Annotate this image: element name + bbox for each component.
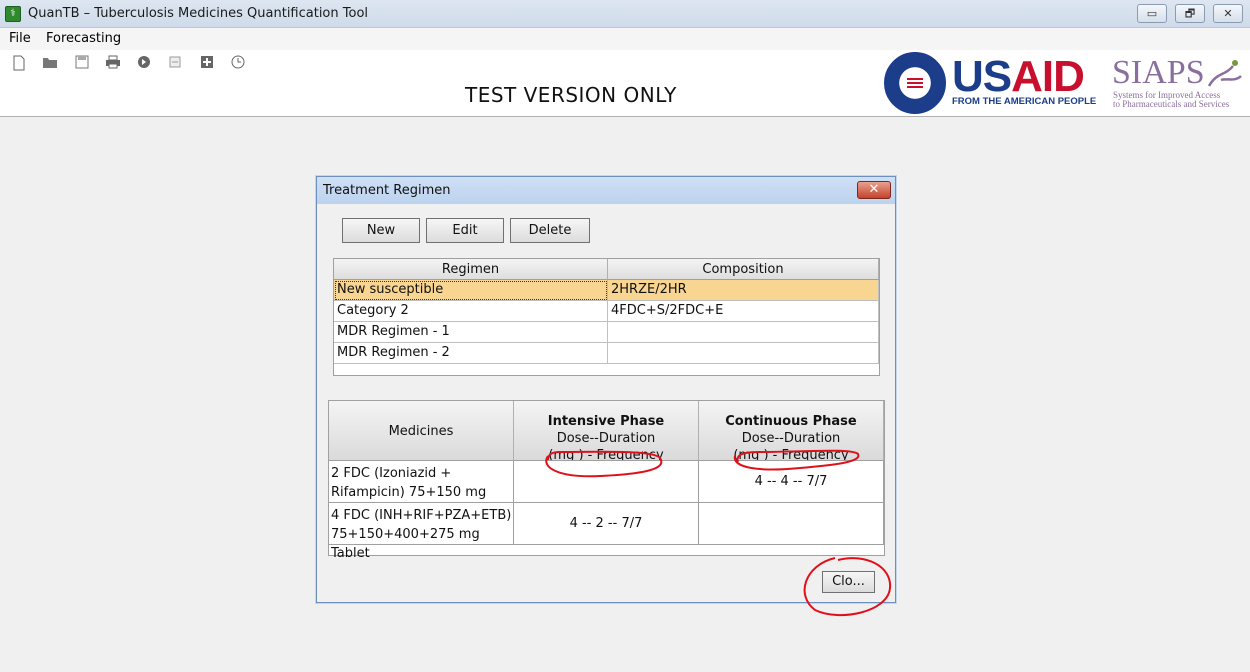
intensive-phase-column-header[interactable]: Intensive Phase Dose--Duration (mg ) - F… [514,401,699,461]
table-row-composition[interactable]: 2HRZE/2HR [608,280,879,301]
open-folder-icon[interactable] [42,55,58,71]
minimize-button[interactable]: ▭ [1137,4,1167,23]
table-row-regimen[interactable]: MDR Regimen - 2 [334,343,608,364]
table-row-regimen[interactable]: MDR Regimen - 1 [334,322,608,343]
continuous-phase-column-header[interactable]: Continuous Phase Dose--Duration (mg ) - … [699,401,884,461]
table-row-composition[interactable] [608,322,879,343]
dialog-title: Treatment Regimen [323,183,451,198]
table-row-regimen[interactable]: Category 2 [334,301,608,322]
siaps-tagline-line2: to Pharmaceuticals and Services [1113,99,1230,109]
table-row-continuous[interactable] [699,503,884,545]
clock-icon[interactable] [230,55,246,71]
new-file-icon[interactable] [11,55,27,71]
table-row-medicine[interactable]: 4 FDC (INH+RIF+PZA+ETB) 75+150+400+275 m… [329,503,514,561]
medicine-table: Medicines Intensive Phase Dose--Duration… [328,400,885,561]
table-row-medicine[interactable]: 2 FDC (Izoniazid + Rifampicin) 75+150 mg [329,461,514,503]
dialog-title-bar: Treatment Regimen ✕ [317,177,895,204]
medicines-column-header[interactable]: Medicines [329,401,514,461]
delete-button[interactable]: Delete [510,218,590,243]
table-row-intensive[interactable] [514,461,699,503]
usaid-logo: USAID [952,52,1085,101]
window-title: QuanTB – Tuberculosis Medicines Quantifi… [28,6,369,21]
table-row-continuous[interactable]: 4 -- 4 -- 7/7 [699,461,884,503]
siaps-figure-icon [1207,60,1242,87]
window-close-button[interactable]: ✕ [1213,4,1243,23]
usaid-seal-logo [884,52,946,114]
app-lungs-icon: ⚕ [5,6,21,22]
dialog-close-icon[interactable]: ✕ [857,181,891,199]
app-window: ⚕ QuanTB – Tuberculosis Medicines Quanti… [0,0,1250,672]
usaid-tagline: FROM THE AMERICAN PEOPLE [952,96,1097,107]
siaps-logo: SIAPS [1112,54,1205,91]
test-version-label: TEST VERSION ONLY [465,83,677,107]
edit-button[interactable]: Edit [426,218,504,243]
title-bar: ⚕ QuanTB – Tuberculosis Medicines Quanti… [0,0,1250,28]
composition-column-header[interactable]: Composition [608,259,879,280]
save-icon[interactable] [74,55,90,71]
new-button[interactable]: New [342,218,420,243]
table-row-composition[interactable]: 4FDC+S/2FDC+E [608,301,879,322]
export-icon[interactable] [167,55,183,71]
forward-icon[interactable] [136,55,152,71]
close-button[interactable]: Clo... [822,571,875,593]
menu-file[interactable]: File [9,31,31,46]
menu-bar: File Forecasting [0,28,1250,50]
table-row-regimen[interactable]: New susceptible [334,280,608,301]
regimen-table: Regimen Composition New susceptible 2HRZ… [333,258,880,376]
restore-button[interactable]: 🗗 [1175,4,1205,23]
print-icon[interactable] [105,55,121,71]
table-row-intensive[interactable]: 4 -- 2 -- 7/7 [514,503,699,545]
table-row-composition[interactable] [608,343,879,364]
add-icon[interactable] [199,55,215,71]
menu-forecasting[interactable]: Forecasting [46,31,121,46]
regimen-column-header[interactable]: Regimen [334,259,608,280]
